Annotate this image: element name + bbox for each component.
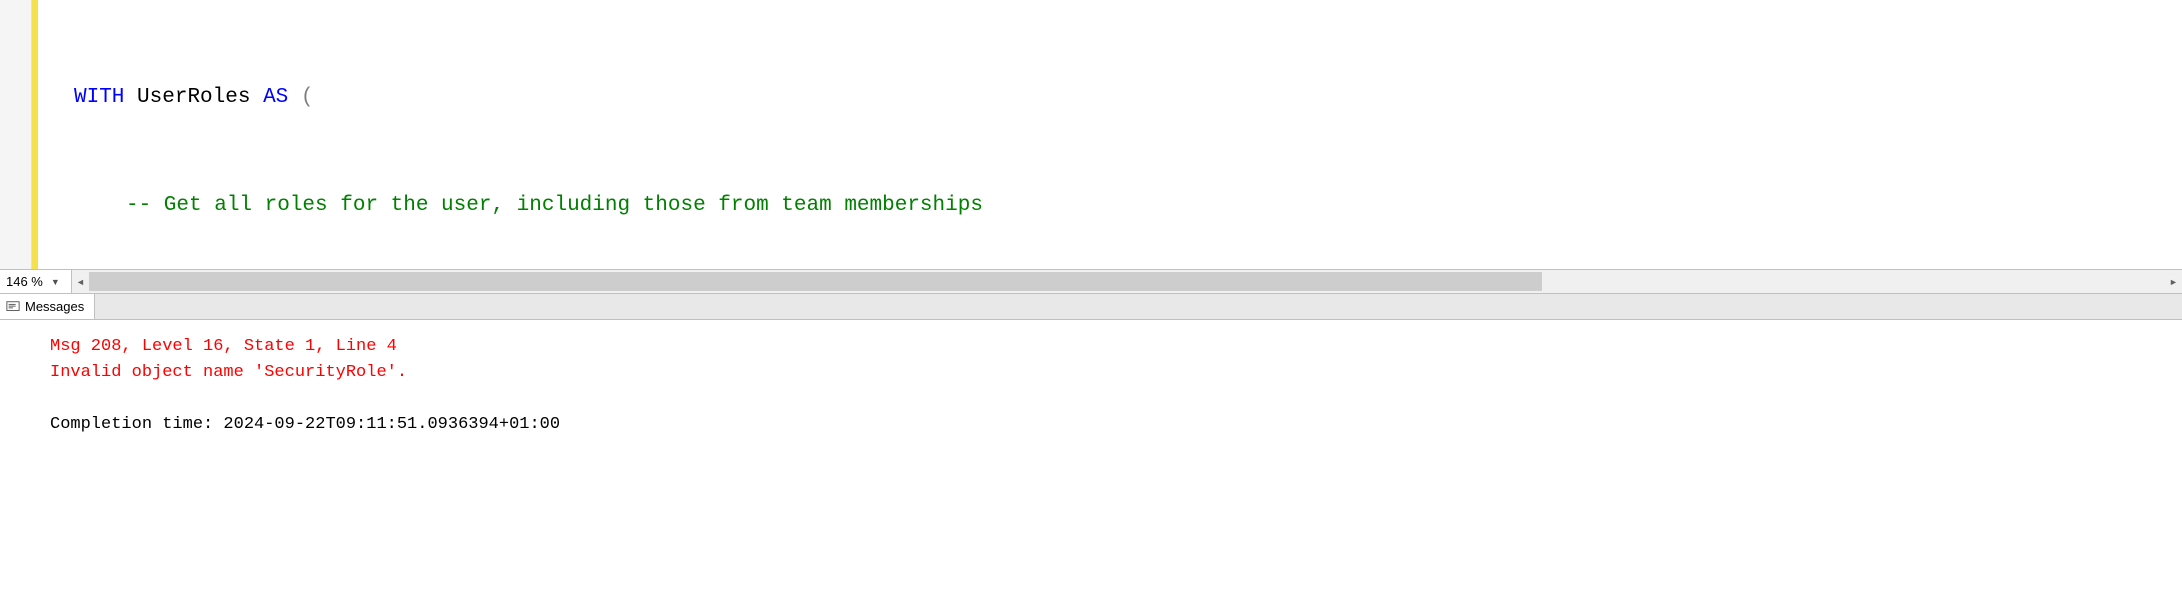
messages-output[interactable]: Msg 208, Level 16, State 1, Line 4 Inval…	[0, 320, 2182, 438]
blank-line	[50, 386, 2182, 412]
zoom-dropdown[interactable]: 146 % ▼	[0, 270, 72, 293]
scroll-left-button[interactable]: ◄	[72, 270, 89, 293]
code-area[interactable]: WITH UserRoles AS ( -- Get all roles for…	[38, 0, 2182, 269]
error-line: Msg 208, Level 16, State 1, Line 4	[50, 334, 2182, 360]
results-tab-strip: Messages	[0, 294, 2182, 320]
error-line: Invalid object name 'SecurityRole'.	[50, 360, 2182, 386]
scrollbar-track[interactable]	[89, 270, 2165, 293]
identifier: UserRoles	[137, 86, 250, 109]
horizontal-scrollbar[interactable]: ◄ ►	[72, 270, 2182, 293]
editor-status-bar: 146 % ▼ ◄ ►	[0, 270, 2182, 294]
comment: -- Get all roles for the user, including…	[126, 194, 983, 217]
scrollbar-thumb[interactable]	[89, 272, 1542, 291]
paren-open: (	[301, 86, 314, 109]
sql-editor[interactable]: WITH UserRoles AS ( -- Get all roles for…	[0, 0, 2182, 270]
completion-time: Completion time: 2024-09-22T09:11:51.093…	[50, 412, 2182, 438]
zoom-value: 146 %	[6, 274, 43, 289]
keyword-with: WITH	[74, 86, 124, 109]
scroll-right-button[interactable]: ►	[2165, 270, 2182, 293]
code-line: -- Get all roles for the user, including…	[74, 188, 2182, 224]
tab-label: Messages	[25, 299, 84, 314]
keyword-as: AS	[263, 86, 288, 109]
tab-messages[interactable]: Messages	[0, 294, 95, 319]
messages-icon	[6, 300, 20, 314]
editor-gutter	[0, 0, 32, 269]
code-line: WITH UserRoles AS (	[74, 80, 2182, 116]
chevron-down-icon: ▼	[51, 277, 60, 287]
